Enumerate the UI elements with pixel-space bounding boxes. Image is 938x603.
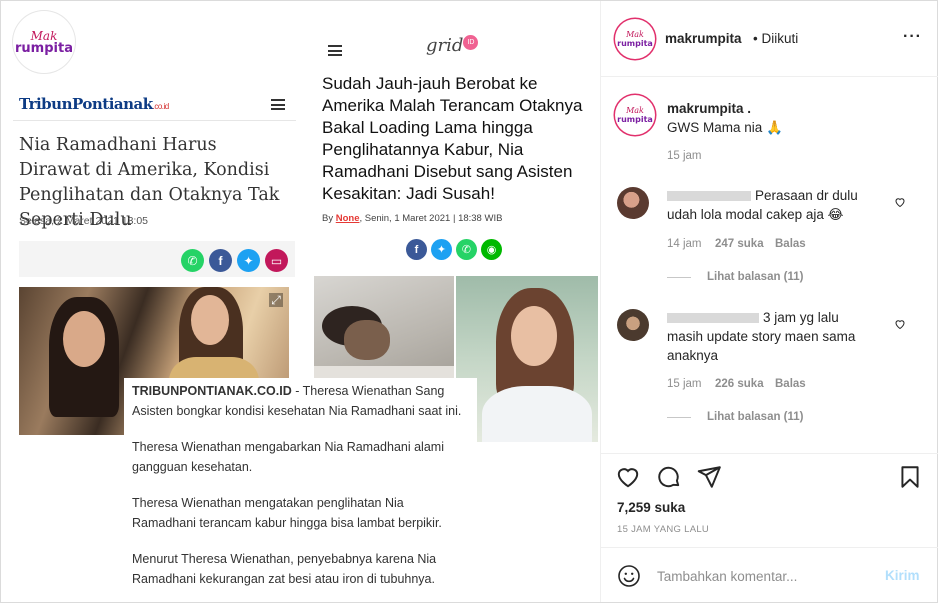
redacted-username — [667, 191, 751, 202]
bookmark-icon[interactable] — [897, 464, 923, 490]
avatar[interactable]: Mak rumpita — [617, 21, 653, 57]
post-actions: 7,259 suka 15 JAM YANG LALU — [601, 453, 938, 553]
tribun-date: Selasa, 2 Maret 2021 13:05 — [19, 215, 149, 227]
grid-headline: Sudah Jauh-jauh Berobat ke Amerika Malah… — [322, 74, 583, 203]
reply-button[interactable]: Balas — [775, 238, 806, 250]
comment-avatar[interactable] — [617, 187, 649, 219]
twitter-icon: ✦ — [431, 239, 452, 260]
post-header: Mak rumpita makrumpita • Diikuti ··· — [601, 1, 938, 77]
whatsapp-icon: ✆ — [181, 249, 204, 272]
makrumpita-logo: Mak rumpita — [13, 11, 75, 73]
redacted-username — [667, 313, 759, 324]
comment-time[interactable]: 15 jam — [667, 378, 702, 390]
comment-likes[interactable]: 247 suka — [715, 238, 764, 250]
share-icon[interactable] — [696, 464, 722, 490]
replies-divider — [667, 417, 691, 418]
comment-text: Perasaan dr dulu — [755, 188, 858, 203]
heart-icon[interactable] — [615, 464, 641, 490]
comment-text-line1: 3 jam yg lalu — [667, 308, 839, 327]
portrait-photo — [456, 276, 598, 442]
header-username[interactable]: makrumpita — [665, 31, 742, 46]
more-options-icon[interactable]: ··· — [903, 29, 921, 49]
post-comment-button[interactable]: Kirim — [885, 568, 920, 583]
tribun-share-bar: ✆ f ✦ ▭ — [19, 241, 295, 277]
byline-date: , Senin, 1 Maret 2021 | 18:38 WIB — [359, 213, 503, 224]
grid-logo-badge: ID — [463, 35, 479, 50]
like-comment-icon[interactable] — [894, 196, 906, 208]
article-paragraph: Theresa Wienathan mengatakan penglihatan… — [132, 496, 442, 530]
tribun-header: TribunPontianak.co.id — [13, 89, 296, 121]
comment-text-line2: masih update story maen sama — [667, 329, 856, 344]
post-image[interactable]: Mak rumpita TribunPontianak.co.id Nia Ra… — [1, 1, 600, 602]
article-paragraph: Menurut Theresa Wienathan, penyebabnya k… — [132, 552, 437, 586]
comment-share-icon: ▭ — [265, 249, 288, 272]
byline-prefix: By — [322, 213, 336, 224]
grid-share-bar: f ✦ ✆ ◉ — [406, 239, 516, 263]
post-sidebar: Mak rumpita makrumpita • Diikuti ··· Mak r… — [600, 1, 938, 602]
caption-time[interactable]: 15 jam — [667, 150, 702, 162]
likes-count[interactable]: 7,259 suka — [617, 500, 685, 515]
instagram-post: Mak rumpita TribunPontianak.co.id Nia Ra… — [0, 0, 938, 603]
menu-icon — [328, 45, 342, 56]
comment-text: 3 jam yg lalu — [763, 310, 839, 325]
logo-text-mak: Mak — [30, 28, 58, 43]
add-comment-bar: Kirim — [601, 547, 938, 602]
tribun-logo-main: TribunPontianak — [19, 95, 153, 113]
comment-text-line3: anaknya — [667, 348, 719, 363]
facebook-icon: f — [209, 249, 232, 272]
emoji-icon[interactable] — [617, 564, 641, 588]
post-time-ago[interactable]: 15 JAM YANG LALU — [617, 524, 709, 535]
grid-logo-text: grid — [426, 35, 464, 56]
like-comment-icon[interactable] — [894, 318, 906, 330]
caption-avatar[interactable]: Mak rumpita — [617, 97, 653, 133]
comment-avatar[interactable] — [617, 309, 649, 341]
caption-username[interactable]: makrumpita . — [667, 101, 751, 116]
grid-header: grid ID — [314, 29, 598, 69]
twitter-icon: ✦ — [237, 249, 260, 272]
tribun-logo-tld: .co.id — [152, 102, 170, 111]
facebook-icon: f — [406, 239, 427, 260]
reply-button[interactable]: Balas — [775, 378, 806, 390]
article-paragraph: Theresa Wienathan mengabarkan Nia Ramadh… — [132, 440, 444, 474]
view-replies-button[interactable]: Lihat balasan (11) — [707, 411, 804, 423]
whatsapp-icon: ✆ — [456, 239, 477, 260]
comment-text-line1: Perasaan dr dulu — [667, 186, 858, 205]
grid-byline: By None, Senin, 1 Maret 2021 | 18:38 WIB — [322, 213, 502, 224]
article-source: TRIBUNPONTIANAK.CO.ID — [132, 384, 292, 398]
view-replies-button[interactable]: Lihat balasan (11) — [707, 271, 804, 283]
caption-text: GWS Mama nia 🙏 — [667, 120, 783, 135]
line-icon: ◉ — [481, 239, 502, 260]
article-paragraph: TRIBUNPONTIANAK.CO.ID - Theresa Wienatha… — [132, 381, 469, 421]
tribun-logo: TribunPontianak.co.id — [19, 95, 169, 113]
comment-time[interactable]: 14 jam — [667, 238, 702, 250]
comment-icon[interactable] — [656, 464, 682, 490]
byline-author: None — [335, 213, 360, 224]
replies-divider — [667, 277, 691, 278]
comment-input[interactable] — [657, 566, 877, 586]
logo-text-rumpita: rumpita — [15, 40, 73, 56]
expand-icon: ⤢ — [269, 293, 283, 307]
grid-logo: grid ID — [426, 35, 479, 56]
comment-text-line2: udah lola modal cakep aja 😂 — [667, 207, 844, 222]
tribun-article-body: TRIBUNPONTIANAK.CO.ID - Theresa Wienatha… — [124, 378, 477, 602]
comment-likes[interactable]: 226 suka — [715, 378, 764, 390]
follow-status[interactable]: • Diikuti — [753, 31, 798, 46]
menu-icon — [271, 99, 285, 110]
